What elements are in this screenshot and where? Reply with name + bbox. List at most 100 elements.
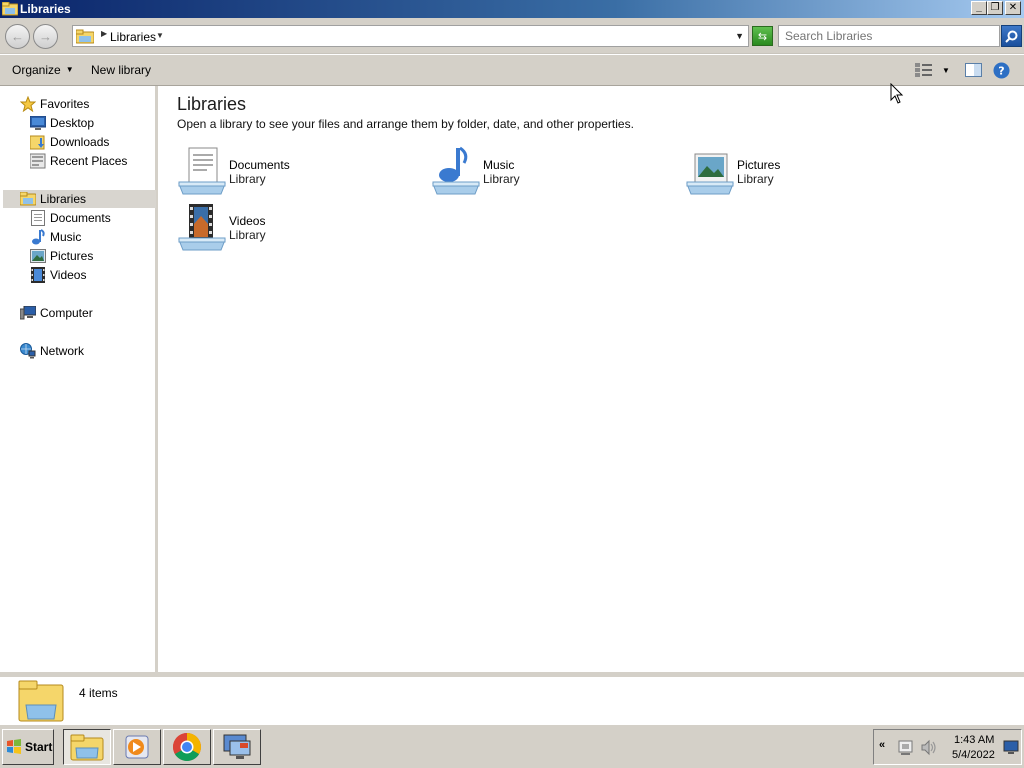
address-bar[interactable]: ▶ Libraries ▼ ▼ xyxy=(72,25,749,47)
library-type: Library xyxy=(483,172,520,186)
clock-time[interactable]: 1:43 AM xyxy=(954,734,994,746)
library-name: Pictures xyxy=(737,158,781,172)
windows-explorer-icon xyxy=(70,734,104,761)
show-hidden-icons-button[interactable]: « xyxy=(879,739,885,751)
show-desktop-icon[interactable] xyxy=(1003,739,1019,755)
library-type: Library xyxy=(737,172,774,186)
search-box[interactable] xyxy=(778,25,1000,47)
page-subtitle: Open a library to see your files and arr… xyxy=(177,117,634,131)
nav-network[interactable]: Network xyxy=(20,342,84,360)
nav-music-label: Music xyxy=(50,230,82,244)
chrome-icon xyxy=(173,733,201,761)
taskbar-chrome-button[interactable] xyxy=(163,729,211,765)
chevron-down-icon: ▼ xyxy=(65,65,74,74)
library-type: Library xyxy=(229,228,266,242)
address-row: ← → ▶ Libraries ▼ ▼ ⇆ xyxy=(0,18,1024,54)
pictures-library-icon xyxy=(685,146,735,196)
start-button[interactable]: Start xyxy=(2,729,54,765)
library-videos[interactable]: Videos Library xyxy=(177,202,417,254)
details-pane: 4 items xyxy=(0,672,1024,724)
music-note-icon xyxy=(30,229,46,245)
volume-speaker-icon[interactable] xyxy=(920,739,937,756)
nav-recent-places[interactable]: Recent Places xyxy=(30,152,127,170)
help-button[interactable]: ? xyxy=(991,61,1011,79)
nav-videos[interactable]: Videos xyxy=(30,266,86,284)
pictures-icon xyxy=(30,248,46,264)
breadcrumb-separator-icon[interactable]: ▶ xyxy=(101,29,107,38)
film-strip-icon xyxy=(30,267,46,283)
organize-button[interactable]: Organize ▼ xyxy=(12,63,74,77)
nav-music[interactable]: Music xyxy=(30,228,81,246)
refresh-icon: ⇆ xyxy=(757,30,768,43)
computer-icon xyxy=(20,305,36,321)
nav-documents-label: Documents xyxy=(50,211,111,225)
network-globe-icon xyxy=(20,343,36,359)
content-pane: Libraries Open a library to see your fil… xyxy=(161,83,1024,672)
forward-button[interactable]: → xyxy=(33,24,58,49)
refresh-button[interactable]: ⇆ xyxy=(752,26,773,46)
back-button[interactable]: ← xyxy=(5,24,30,49)
nav-computer[interactable]: Computer xyxy=(20,304,93,322)
nav-libraries[interactable]: Libraries xyxy=(3,190,156,208)
nav-recent-places-label: Recent Places xyxy=(50,154,128,168)
library-pictures[interactable]: Pictures Library xyxy=(685,146,925,198)
breadcrumb-libraries[interactable]: Libraries xyxy=(110,30,156,44)
close-button[interactable]: ✕ xyxy=(1005,1,1021,15)
search-input[interactable] xyxy=(785,27,995,45)
navigation-pane: Favorites Desktop Downloads Recent Place… xyxy=(0,86,158,672)
minimize-button[interactable]: _ xyxy=(971,1,987,15)
taskbar: Start « 1:43 AM 5/4/2022 xyxy=(0,724,1024,768)
libraries-folder-icon xyxy=(20,191,36,207)
nav-favorites[interactable]: Favorites xyxy=(20,95,89,113)
taskbar-media-player-button[interactable] xyxy=(113,729,161,765)
libraries-folder-icon xyxy=(1,1,19,16)
action-center-icon[interactable] xyxy=(897,739,914,756)
search-icon xyxy=(1005,30,1018,43)
start-label: Start xyxy=(25,740,53,754)
back-arrow-icon: ← xyxy=(11,29,24,44)
documents-library-icon xyxy=(177,146,227,196)
command-bar: Organize ▼ New library ▼ ? xyxy=(0,55,1024,86)
nav-favorites-label: Favorites xyxy=(40,97,90,111)
preview-pane-icon xyxy=(964,63,982,77)
new-library-button[interactable]: New library xyxy=(91,63,151,77)
nav-desktop-label: Desktop xyxy=(50,116,95,130)
recent-places-icon xyxy=(30,153,46,169)
restore-button[interactable]: ❐ xyxy=(987,1,1003,15)
library-name: Music xyxy=(483,158,515,172)
title-bar[interactable]: Libraries _ ❐ ✕ xyxy=(0,0,1024,18)
nav-documents[interactable]: Documents xyxy=(30,209,111,227)
breadcrumb-dropdown-icon[interactable]: ▼ xyxy=(156,31,164,40)
library-music[interactable]: Music Library xyxy=(431,146,671,198)
nav-network-label: Network xyxy=(40,344,85,358)
downloads-folder-icon xyxy=(30,134,46,150)
taskbar-explorer-button[interactable] xyxy=(63,729,111,765)
nav-desktop[interactable]: Desktop xyxy=(30,114,94,132)
page-title: Libraries xyxy=(177,94,247,114)
preview-pane-button[interactable] xyxy=(963,61,983,79)
change-view-button[interactable] xyxy=(913,61,933,79)
windows-logo-icon xyxy=(7,739,21,754)
videos-library-icon xyxy=(177,202,227,252)
system-tray: « 1:43 AM 5/4/2022 xyxy=(873,729,1022,765)
forward-arrow-icon: → xyxy=(39,29,52,44)
nav-downloads[interactable]: Downloads xyxy=(30,133,109,151)
taskbar-remote-desktop-button[interactable] xyxy=(213,729,261,765)
nav-libraries-label: Libraries xyxy=(40,192,87,206)
nav-pictures-label: Pictures xyxy=(50,249,94,263)
nav-pictures[interactable]: Pictures xyxy=(30,247,93,265)
search-button[interactable] xyxy=(1001,25,1022,47)
item-count: 4 items xyxy=(79,686,118,700)
library-documents[interactable]: Documents Library xyxy=(177,146,417,198)
desktop-icon xyxy=(30,115,46,131)
nav-computer-label: Computer xyxy=(40,306,93,320)
documents-icon xyxy=(30,210,46,226)
libraries-folder-icon xyxy=(18,679,64,723)
address-history-dropdown-icon[interactable]: ▼ xyxy=(735,31,744,41)
window-title: Libraries xyxy=(20,2,71,16)
view-options-dropdown[interactable]: ▼ xyxy=(940,61,952,79)
mouse-cursor-icon xyxy=(890,83,904,104)
organize-label: Organize xyxy=(12,63,61,77)
clock-date[interactable]: 5/4/2022 xyxy=(952,749,995,761)
svg-text:?: ? xyxy=(998,64,1004,77)
